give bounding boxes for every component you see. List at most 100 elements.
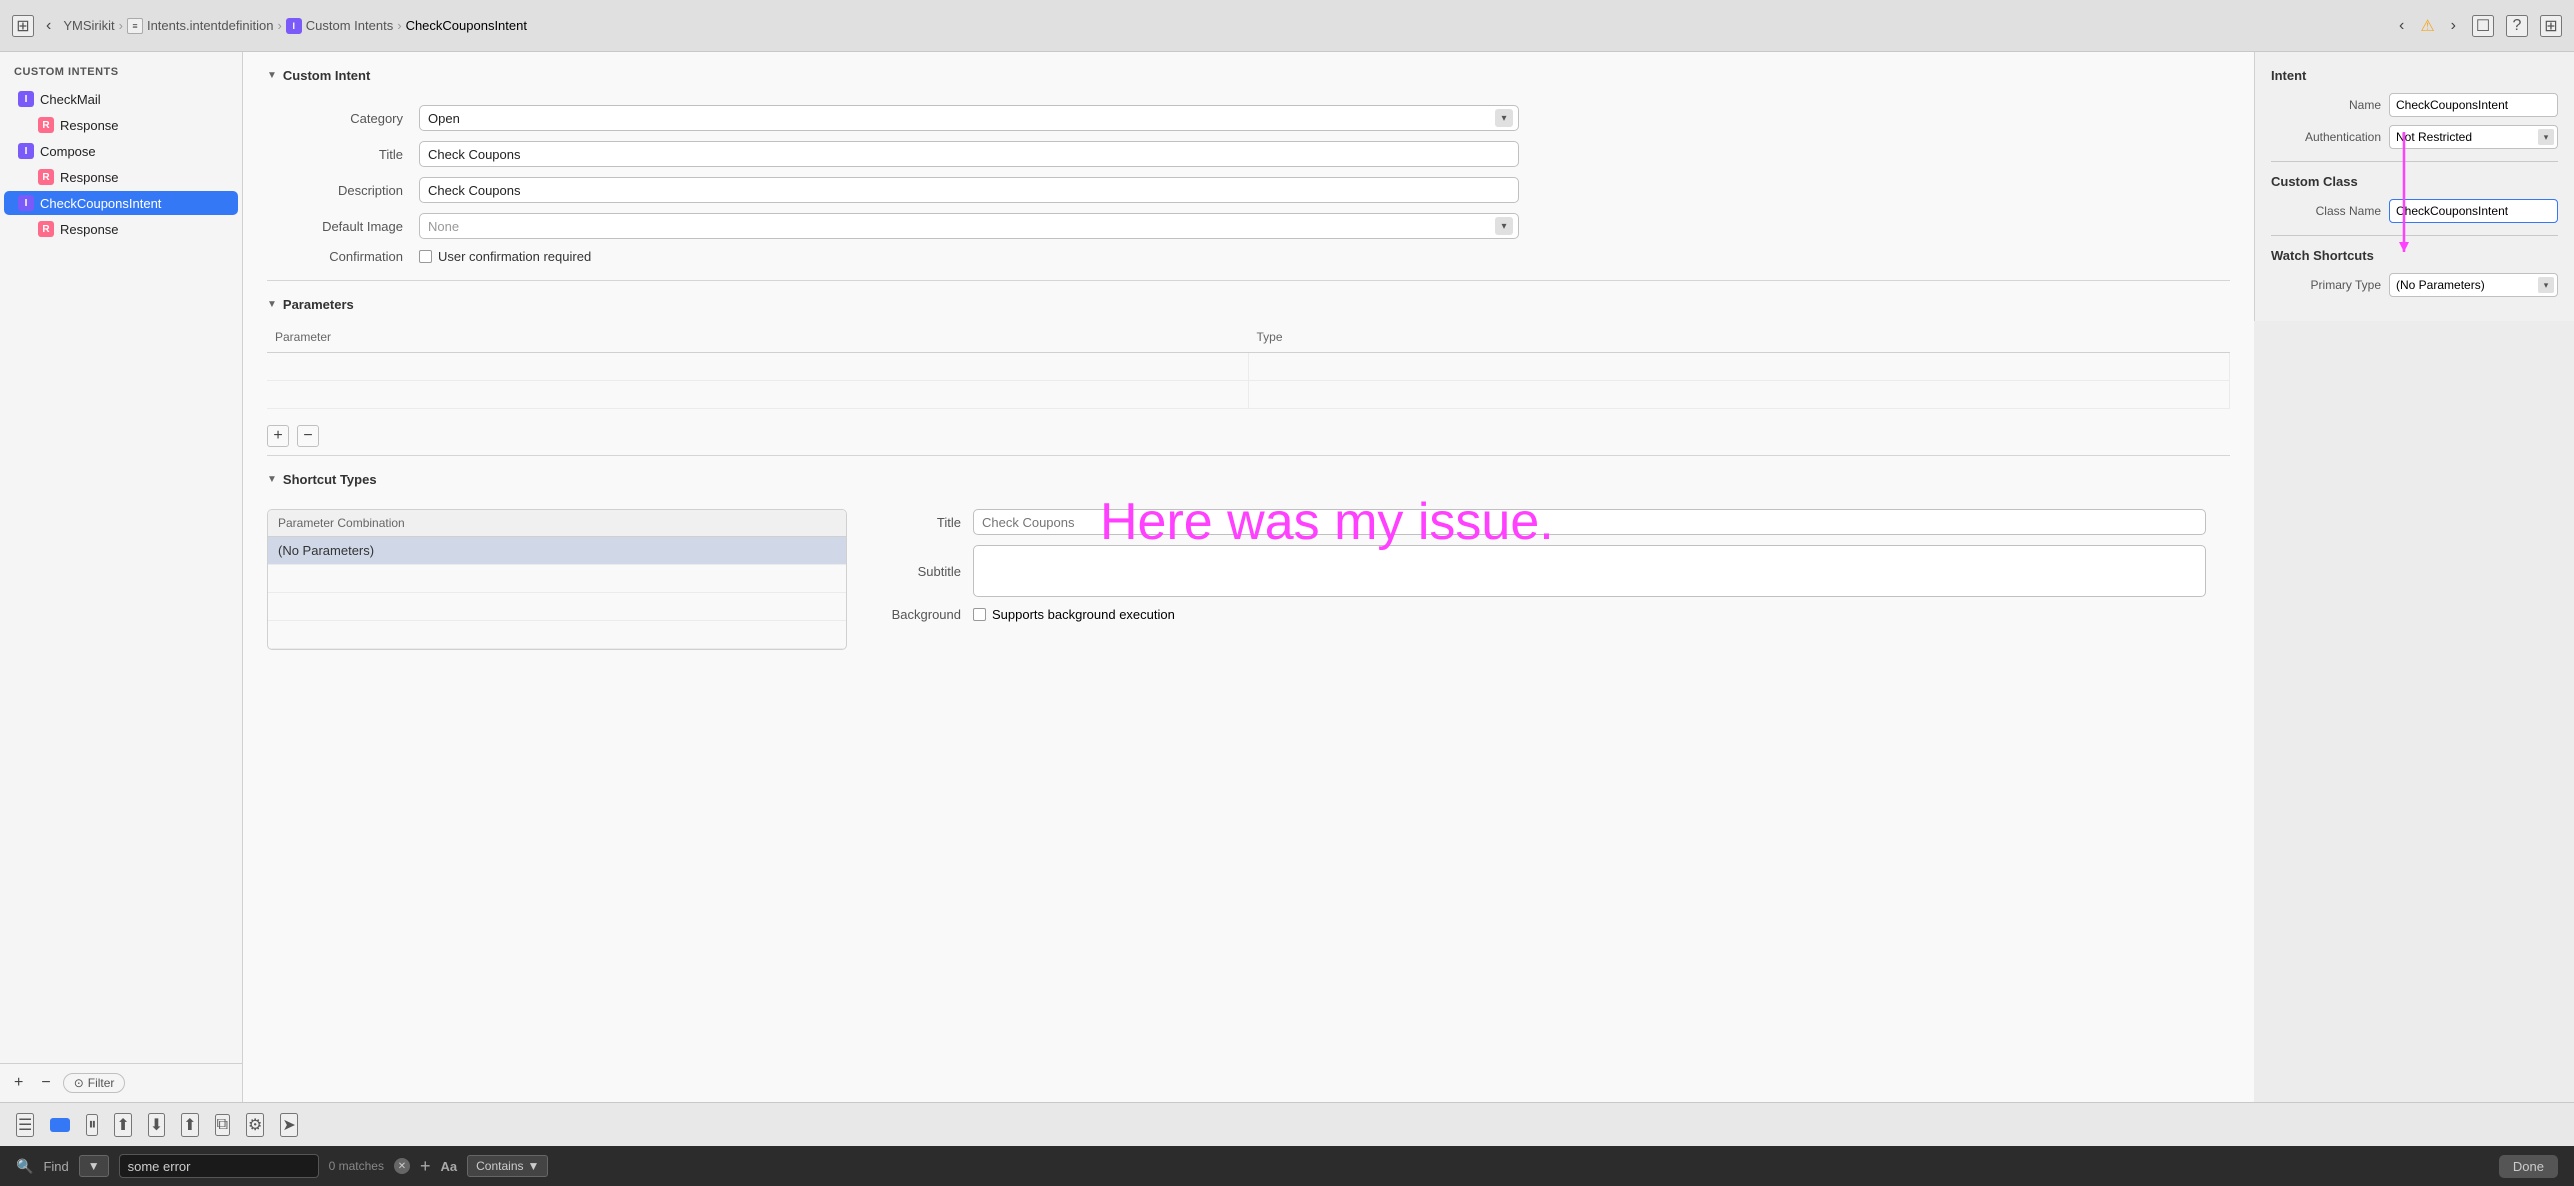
params-header-row: Parameter Type bbox=[267, 326, 2230, 353]
panel-classname-row: Class Name bbox=[2271, 199, 2558, 223]
panel-classname-label: Class Name bbox=[2271, 204, 2381, 218]
category-select-wrapper: Open ▾ bbox=[419, 105, 1519, 131]
find-dropdown-button[interactable]: ▼ bbox=[79, 1155, 109, 1177]
sidebar-item-checkcoupons[interactable]: I CheckCouponsIntent bbox=[4, 191, 238, 215]
title-input[interactable] bbox=[419, 141, 1519, 167]
title-label: Title bbox=[267, 141, 407, 167]
panel-primary-type-row: Primary Type (No Parameters) ▾ bbox=[2271, 273, 2558, 297]
params-add-remove-row: + − bbox=[243, 417, 2254, 455]
bt-down-icon[interactable]: ⬇ bbox=[148, 1113, 165, 1137]
parameters-table: Parameter Type bbox=[267, 326, 2230, 409]
shortcut-collapse-triangle[interactable]: ▼ bbox=[267, 474, 277, 485]
find-label: Find bbox=[43, 1159, 68, 1174]
add-param-button[interactable]: + bbox=[267, 425, 289, 447]
breadcrumb-project: YMSirikit bbox=[63, 18, 114, 33]
filter-button[interactable]: ⊙ Filter bbox=[63, 1073, 126, 1093]
document-icon-button[interactable]: ☐ bbox=[2472, 15, 2494, 37]
bt-up-icon[interactable]: ⬆ bbox=[114, 1113, 131, 1137]
collapse-triangle[interactable]: ▼ bbox=[267, 70, 277, 81]
sidebar-item-label: Response bbox=[60, 118, 119, 133]
shortcut-subtitle-input[interactable] bbox=[973, 545, 2206, 597]
toolbar-right: ‹ ⚠ › ☐ ? ⊞ bbox=[2395, 15, 2562, 37]
sidebar-item-label: Response bbox=[60, 170, 119, 185]
sidebar-item-label: Compose bbox=[40, 144, 96, 159]
shortcut-title-input[interactable] bbox=[973, 509, 2206, 535]
right-panel: Intent Name Authentication Not Restricte… bbox=[2254, 52, 2574, 321]
main-toolbar: ⊞ ‹ YMSirikit › ≡ Intents.intentdefiniti… bbox=[0, 0, 2574, 52]
panel-primary-type-select[interactable]: (No Parameters) bbox=[2389, 273, 2558, 297]
intent-icon: I bbox=[18, 91, 34, 107]
find-add-button[interactable]: + bbox=[420, 1156, 431, 1177]
shortcut-form: Title Subtitle Background Supports backg… bbox=[847, 509, 2230, 650]
description-input[interactable] bbox=[419, 177, 1519, 203]
category-select[interactable]: Open bbox=[419, 105, 1519, 131]
inspector-icon-button[interactable]: ⊞ bbox=[2540, 15, 2562, 37]
default-image-wrapper: None ▾ bbox=[419, 213, 1519, 239]
default-image-label: Default Image bbox=[267, 213, 407, 239]
breadcrumb-file: Intents.intentdefinition bbox=[147, 18, 273, 33]
custom-class-title: Custom Class bbox=[2271, 174, 2558, 189]
bt-overlap-icon[interactable]: ⧉ bbox=[215, 1114, 230, 1136]
shortcut-list-item[interactable] bbox=[268, 593, 846, 621]
col-parameter: Parameter bbox=[267, 326, 1249, 348]
intent-icon: I bbox=[18, 143, 34, 159]
confirmation-check-label: User confirmation required bbox=[438, 249, 591, 264]
remove-intent-button[interactable]: − bbox=[35, 1072, 56, 1094]
panel-primary-type-wrap: (No Parameters) ▾ bbox=[2389, 273, 2558, 297]
add-intent-button[interactable]: + bbox=[8, 1072, 29, 1094]
params-collapse-triangle[interactable]: ▼ bbox=[267, 299, 277, 310]
bt-send-icon[interactable]: ➤ bbox=[280, 1113, 297, 1137]
nav-forward-button[interactable]: › bbox=[2447, 15, 2460, 37]
shortcut-types-title: Shortcut Types bbox=[283, 472, 377, 487]
panel-auth-select[interactable]: Not Restricted bbox=[2389, 125, 2558, 149]
bt-menu-icon[interactable]: ☰ bbox=[16, 1113, 34, 1137]
find-contains-button[interactable]: Contains ▼ bbox=[467, 1155, 548, 1177]
filter-icon: ⊙ bbox=[74, 1076, 84, 1090]
find-input[interactable] bbox=[119, 1154, 319, 1178]
confirmation-checkbox[interactable] bbox=[419, 250, 432, 263]
custom-intents-icon: I bbox=[286, 18, 302, 34]
sidebar-item-response2[interactable]: R Response bbox=[4, 165, 238, 189]
description-label: Description bbox=[267, 177, 407, 203]
find-done-button[interactable]: Done bbox=[2499, 1155, 2558, 1178]
main-content: ▼ Custom Intent Category Open ▾ Title De… bbox=[243, 52, 2254, 1102]
panel-name-input[interactable] bbox=[2389, 93, 2558, 117]
nav-back-button[interactable]: ‹ bbox=[42, 15, 55, 37]
sidebar-item-response3[interactable]: R Response bbox=[4, 217, 238, 241]
remove-param-button[interactable]: − bbox=[297, 425, 319, 447]
find-aa-button[interactable]: Aa bbox=[441, 1159, 458, 1174]
sidebar-footer: + − ⊙ Filter bbox=[0, 1063, 242, 1102]
find-matches-count: 0 matches bbox=[329, 1159, 384, 1173]
sidebar-item-checkmail[interactable]: I CheckMail bbox=[4, 87, 238, 111]
shortcut-list-header: Parameter Combination bbox=[268, 510, 846, 537]
breadcrumb: YMSirikit › ≡ Intents.intentdefinition ›… bbox=[63, 18, 2387, 34]
find-clear-button[interactable]: ✕ bbox=[394, 1158, 410, 1174]
bt-gear-icon[interactable]: ⚙ bbox=[246, 1113, 264, 1137]
intents-icon: ≡ bbox=[127, 18, 143, 34]
panel-divider1 bbox=[2271, 161, 2558, 162]
table-row bbox=[267, 353, 2230, 381]
panel-classname-input[interactable] bbox=[2389, 199, 2558, 223]
help-icon-button[interactable]: ? bbox=[2506, 15, 2528, 37]
bt-up2-icon[interactable]: ⬆ bbox=[181, 1113, 198, 1137]
shortcut-list-item[interactable] bbox=[268, 565, 846, 593]
warning-icon: ⚠ bbox=[2420, 16, 2434, 36]
parameters-section: ▼ Parameters bbox=[243, 281, 2254, 312]
shortcut-list-item[interactable]: (No Parameters) bbox=[268, 537, 846, 565]
sidebar-toggle-button[interactable]: ⊞ bbox=[12, 15, 34, 37]
parameters-header: ▼ Parameters bbox=[267, 297, 2230, 312]
sidebar: CUSTOM INTENTS I CheckMail R Response I … bbox=[0, 52, 243, 1102]
confirmation-label: Confirmation bbox=[267, 249, 407, 264]
shortcut-background-label: Background bbox=[871, 607, 961, 622]
filter-label: Filter bbox=[88, 1076, 115, 1090]
confirmation-row: User confirmation required bbox=[419, 249, 1519, 264]
nav-back-button2[interactable]: ‹ bbox=[2395, 15, 2408, 37]
shortcut-list-item[interactable] bbox=[268, 621, 846, 649]
sidebar-item-response1[interactable]: R Response bbox=[4, 113, 238, 137]
sidebar-header: CUSTOM INTENTS bbox=[0, 52, 242, 86]
sidebar-item-compose[interactable]: I Compose bbox=[4, 139, 238, 163]
background-checkbox[interactable] bbox=[973, 608, 986, 621]
bt-pause-icon[interactable]: ⏸ bbox=[86, 1114, 98, 1136]
sidebar-item-label: Response bbox=[60, 222, 119, 237]
default-image-select[interactable]: None bbox=[419, 213, 1519, 239]
